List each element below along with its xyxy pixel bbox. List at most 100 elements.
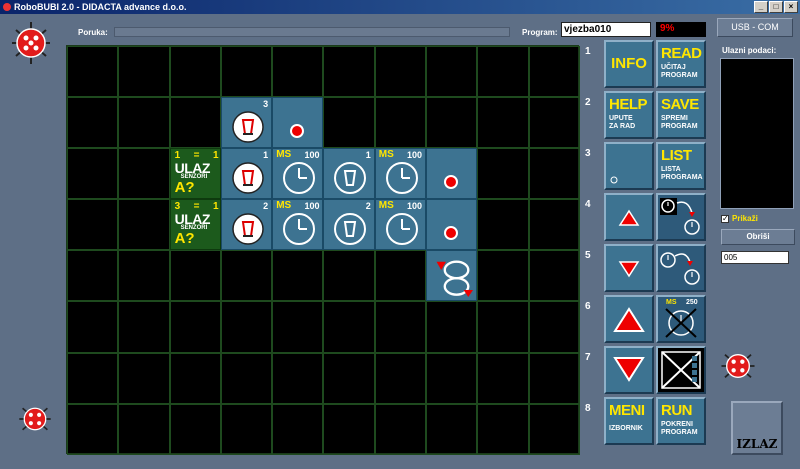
grid-cell[interactable] xyxy=(169,97,221,149)
grid-cell[interactable] xyxy=(67,352,119,404)
grid-cell[interactable] xyxy=(374,250,427,302)
run-button[interactable]: RUN POKRENI PROGRAM xyxy=(656,397,706,445)
grid-cell[interactable] xyxy=(220,403,273,455)
sensor-tile[interactable]: 3 xyxy=(220,97,273,149)
grid-cell[interactable] xyxy=(67,403,119,455)
grid-cell[interactable] xyxy=(477,97,529,149)
grid-cell[interactable] xyxy=(169,352,221,404)
prikazi-checkbox-row[interactable]: ✓ Prikaži xyxy=(721,214,758,223)
grid-cell[interactable] xyxy=(528,352,580,404)
prikazi-checkbox[interactable]: ✓ xyxy=(721,214,729,223)
grid-cell[interactable] xyxy=(220,352,273,404)
grid-cell[interactable] xyxy=(118,148,170,200)
timer-tile[interactable]: MS 100 xyxy=(374,199,427,251)
stop-tile[interactable] xyxy=(426,199,478,251)
grid-cell[interactable] xyxy=(323,97,375,149)
grid-cell[interactable] xyxy=(118,403,170,455)
grid-cell[interactable] xyxy=(374,46,427,98)
program-grid[interactable]: 3 1 = 1 ULAZ SENZORI A? 1 MS 100 1 MS 10… xyxy=(66,45,580,455)
obrisi-button[interactable]: Obriši xyxy=(721,229,795,245)
grid-cell[interactable] xyxy=(169,403,221,455)
close-button[interactable]: × xyxy=(784,1,798,13)
grid-cell[interactable] xyxy=(323,301,375,353)
sensor-tile[interactable]: 2 xyxy=(323,199,375,251)
grid-cell[interactable] xyxy=(528,301,580,353)
arrow-up-small-button[interactable] xyxy=(604,193,654,241)
grid-cell[interactable] xyxy=(477,403,529,455)
sensor-tile[interactable]: 1 xyxy=(323,148,375,200)
grid-cell[interactable] xyxy=(528,46,580,98)
sensor-tile[interactable]: 1 xyxy=(220,148,273,200)
loop-tile[interactable] xyxy=(426,250,478,302)
timer-cancel-button[interactable]: MS 250 xyxy=(656,295,706,343)
timer-tile[interactable]: MS 100 xyxy=(272,199,324,251)
grid-cell[interactable] xyxy=(272,403,324,455)
grid-cell[interactable] xyxy=(426,97,478,149)
timer-branch-button[interactable] xyxy=(656,193,706,241)
grid-cell[interactable] xyxy=(528,250,580,302)
stop-tile[interactable] xyxy=(272,97,324,149)
grid-cell[interactable] xyxy=(67,199,119,251)
grid-cell[interactable] xyxy=(426,46,478,98)
grid-cell[interactable] xyxy=(323,46,375,98)
grid-cell[interactable] xyxy=(374,352,427,404)
grid-cell[interactable] xyxy=(118,199,170,251)
grid-cell[interactable] xyxy=(67,97,119,149)
input-condition-tile[interactable]: 3 = 1 ULAZ SENZORI A? xyxy=(169,199,221,251)
arrow-up-large-button[interactable] xyxy=(604,295,654,343)
timer-tile[interactable]: MS 100 xyxy=(272,148,324,200)
grid-cell[interactable] xyxy=(426,403,478,455)
grid-cell[interactable] xyxy=(272,352,324,404)
grid-cell[interactable] xyxy=(477,352,529,404)
grid-cell[interactable] xyxy=(374,301,427,353)
blank-button[interactable] xyxy=(604,142,654,190)
value-input[interactable]: 005 xyxy=(721,251,789,264)
grid-cell[interactable] xyxy=(169,301,221,353)
list-button[interactable]: LIST LISTA PROGRAMA xyxy=(656,142,706,190)
usb-com-button[interactable]: USB - COM xyxy=(717,18,793,37)
grid-cell[interactable] xyxy=(272,301,324,353)
grid-cell[interactable] xyxy=(272,46,324,98)
grid-cell[interactable] xyxy=(323,403,375,455)
grid-cell[interactable] xyxy=(220,301,273,353)
program-name-input[interactable]: vjezba010 xyxy=(561,22,651,37)
grid-cell[interactable] xyxy=(169,46,221,98)
grid-cell[interactable] xyxy=(374,403,427,455)
grid-cell[interactable] xyxy=(323,352,375,404)
arrow-down-large-button[interactable] xyxy=(604,346,654,394)
grid-cell[interactable] xyxy=(323,250,375,302)
input-condition-tile[interactable]: 1 = 1 ULAZ SENZORI A? xyxy=(169,148,221,200)
grid-cell[interactable] xyxy=(220,250,273,302)
grid-cell[interactable] xyxy=(477,250,529,302)
grid-cell[interactable] xyxy=(67,301,119,353)
timer-tile[interactable]: MS 100 xyxy=(374,148,427,200)
read-button[interactable]: READ UČITAJ PROGRAM xyxy=(656,40,706,88)
minimize-button[interactable]: _ xyxy=(754,1,768,13)
grid-cell[interactable] xyxy=(528,403,580,455)
grid-cell[interactable] xyxy=(67,148,119,200)
grid-cell[interactable] xyxy=(67,46,119,98)
grid-cell[interactable] xyxy=(118,46,170,98)
stop-tile[interactable] xyxy=(426,148,478,200)
sensor-tile[interactable]: 2 xyxy=(220,199,273,251)
meni-button[interactable]: MENI IZBORNIK xyxy=(604,397,654,445)
clear-grid-button[interactable] xyxy=(656,346,706,394)
grid-cell[interactable] xyxy=(118,352,170,404)
izlaz-button[interactable]: IZLAZ xyxy=(731,401,783,455)
grid-cell[interactable] xyxy=(67,250,119,302)
help-button[interactable]: HELP UPUTE ZA RAD xyxy=(604,91,654,139)
grid-cell[interactable] xyxy=(118,250,170,302)
grid-cell[interactable] xyxy=(169,250,221,302)
grid-cell[interactable] xyxy=(220,46,273,98)
grid-cell[interactable] xyxy=(118,97,170,149)
grid-cell[interactable] xyxy=(528,148,580,200)
save-button[interactable]: SAVE SPREMI PROGRAM xyxy=(656,91,706,139)
grid-cell[interactable] xyxy=(272,250,324,302)
timer-jump-button[interactable] xyxy=(656,244,706,292)
grid-cell[interactable] xyxy=(118,301,170,353)
grid-cell[interactable] xyxy=(477,46,529,98)
arrow-down-small-button[interactable] xyxy=(604,244,654,292)
grid-cell[interactable] xyxy=(528,97,580,149)
grid-cell[interactable] xyxy=(426,352,478,404)
info-button[interactable]: INFO xyxy=(604,40,654,88)
